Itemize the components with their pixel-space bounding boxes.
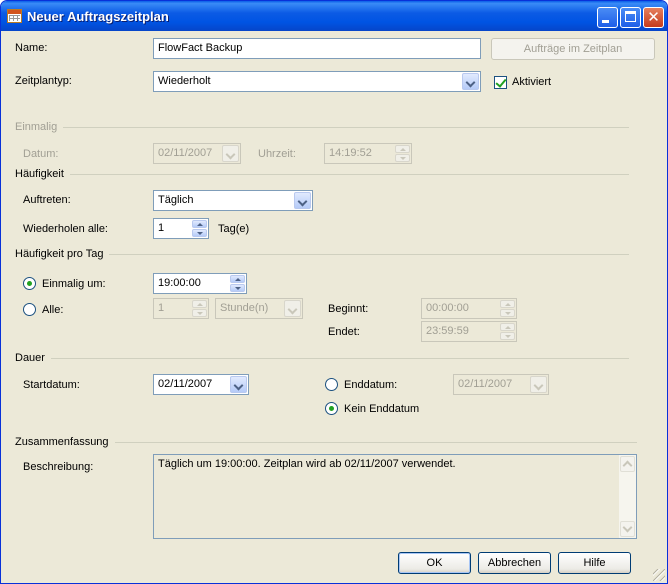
help-button[interactable]: Hilfe — [558, 552, 631, 574]
once-date-picker: 02/11/2007 — [153, 143, 241, 164]
no-end-date-label: Kein Enddatum — [344, 403, 420, 415]
group-daily-frequency-title: Häufigkeit pro Tag — [15, 248, 110, 260]
group-once-title: Einmalig — [15, 121, 64, 133]
spinner-icon — [500, 300, 515, 317]
dialog-window: Neuer Auftragszeitplan ✕ Name: FlowFact … — [0, 0, 668, 584]
schedule-type-select[interactable]: Wiederholt — [153, 71, 481, 92]
spinner-icon — [500, 323, 515, 340]
schedule-type-label: Zeitplantyp: — [15, 75, 72, 87]
description-text: Täglich um 19:00:00. Zeitplan wird ab 02… — [158, 458, 456, 470]
chevron-down-icon[interactable] — [230, 376, 247, 393]
schedule-icon — [7, 9, 22, 23]
description-textarea[interactable]: Täglich um 19:00:00. Zeitplan wird ab 02… — [153, 454, 637, 539]
end-date-value: 02/11/2007 — [458, 378, 513, 390]
enabled-checkbox[interactable] — [494, 76, 507, 89]
no-end-date-radio[interactable] — [325, 402, 338, 415]
once-date-value: 02/11/2007 — [158, 147, 213, 159]
once-at-label: Einmalig um: — [42, 278, 106, 290]
every-interval-value: 1 — [158, 302, 165, 314]
chevron-down-icon — [284, 300, 301, 317]
group-once: Einmalig — [15, 121, 629, 133]
every-radio[interactable] — [23, 303, 36, 316]
repeat-every-label: Wiederholen alle: — [23, 223, 108, 235]
cancel-button[interactable]: Abbrechen — [478, 552, 551, 574]
group-summary: Zusammenfassung — [15, 436, 637, 448]
vertical-scrollbar[interactable] — [619, 455, 636, 538]
end-date-label: Enddatum: — [344, 379, 398, 391]
ends-time-value: 23:59:59 — [426, 325, 469, 337]
divider — [15, 358, 629, 359]
ends-label: Endet: — [328, 326, 360, 338]
start-date-value: 02/11/2007 — [158, 378, 213, 390]
starts-label: Beginnt: — [328, 303, 369, 315]
chevron-down-icon — [530, 376, 547, 393]
group-daily-frequency: Häufigkeit pro Tag — [15, 248, 629, 260]
time-label: Uhrzeit: — [258, 148, 296, 160]
resize-grip-icon[interactable] — [653, 569, 665, 581]
chevron-down-icon[interactable] — [462, 73, 479, 90]
ends-time-spinner: 23:59:59 — [421, 321, 517, 342]
once-at-time-value: 19:00:00 — [158, 277, 201, 289]
name-label: Name: — [15, 42, 48, 54]
once-time-spinner: 14:19:52 — [324, 143, 412, 164]
repeat-unit-label: Tag(e) — [218, 223, 250, 235]
maximize-button[interactable] — [620, 7, 641, 28]
spinner-icon[interactable] — [230, 275, 245, 292]
every-label: Alle: — [42, 304, 64, 316]
chevron-down-icon[interactable] — [294, 192, 311, 209]
end-date-picker: 02/11/2007 — [453, 374, 549, 395]
repeat-every-value: 1 — [158, 222, 165, 234]
starts-time-spinner: 00:00:00 — [421, 298, 517, 319]
schedule-type-value: Wiederholt — [158, 75, 211, 87]
scroll-down-icon[interactable] — [620, 521, 635, 537]
spinner-icon — [395, 145, 410, 162]
start-date-picker[interactable]: 02/11/2007 — [153, 374, 249, 395]
group-frequency: Häufigkeit — [15, 168, 629, 180]
close-button[interactable]: ✕ — [643, 7, 664, 28]
group-duration-title: Dauer — [15, 352, 51, 364]
once-at-radio[interactable] — [23, 277, 36, 290]
maximize-icon — [625, 11, 636, 22]
divider — [15, 174, 629, 175]
window-title: Neuer Auftragszeitplan — [27, 9, 169, 24]
every-unit-value: Stunde(n) — [220, 302, 269, 314]
once-at-time-spinner[interactable]: 19:00:00 — [153, 273, 247, 294]
name-input[interactable]: FlowFact Backup — [153, 38, 481, 59]
divider — [15, 127, 629, 128]
every-unit-select: Stunde(n) — [215, 298, 303, 319]
minimize-icon — [602, 20, 609, 23]
spinner-icon[interactable] — [192, 220, 207, 237]
ok-button[interactable]: OK — [398, 552, 471, 574]
spinner-icon — [192, 300, 207, 317]
every-interval-spinner: 1 — [153, 298, 209, 319]
description-label: Beschreibung: — [23, 461, 94, 473]
jobs-in-schedule-button: Aufträge im Zeitplan — [491, 38, 655, 60]
group-duration: Dauer — [15, 352, 629, 364]
title-bar[interactable]: Neuer Auftragszeitplan ✕ — [1, 1, 667, 31]
end-date-radio[interactable] — [325, 378, 338, 391]
close-icon: ✕ — [647, 9, 660, 26]
scroll-up-icon[interactable] — [620, 456, 635, 472]
once-time-value: 14:19:52 — [329, 147, 372, 159]
repeat-every-spinner[interactable]: 1 — [153, 218, 209, 239]
chevron-down-icon — [222, 145, 239, 162]
starts-time-value: 00:00:00 — [426, 302, 469, 314]
name-value: FlowFact Backup — [158, 42, 243, 54]
group-summary-title: Zusammenfassung — [15, 436, 115, 448]
occurs-value: Täglich — [158, 194, 194, 206]
group-frequency-title: Häufigkeit — [15, 168, 70, 180]
start-date-label: Startdatum: — [23, 379, 80, 391]
minimize-button[interactable] — [597, 7, 618, 28]
occurs-label: Auftreten: — [23, 194, 71, 206]
occurs-select[interactable]: Täglich — [153, 190, 313, 211]
date-label: Datum: — [23, 148, 59, 160]
enabled-label: Aktiviert — [512, 76, 552, 88]
